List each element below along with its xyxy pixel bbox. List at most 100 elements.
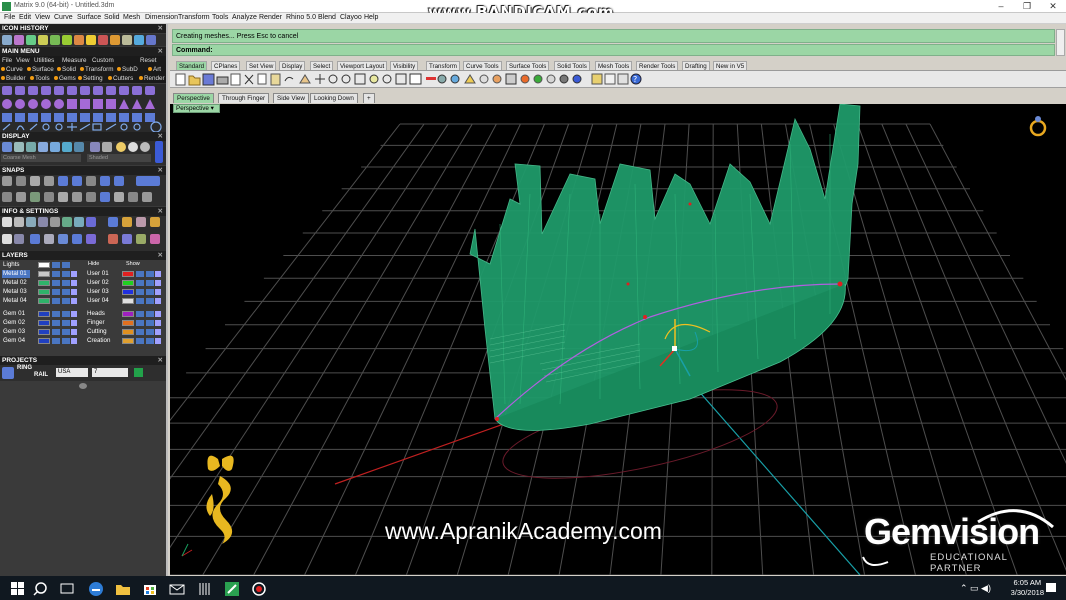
viewport-tab-side-view[interactable]: Side View bbox=[273, 93, 309, 103]
viewport-tab-add[interactable]: + bbox=[363, 93, 375, 103]
maximize-button[interactable]: ❐ bbox=[1014, 1, 1040, 12]
layer-user-03[interactable]: User 03 bbox=[84, 288, 164, 296]
mm-measure[interactable]: Measure bbox=[62, 56, 87, 65]
layer-heads[interactable]: Heads bbox=[84, 310, 164, 318]
mm-gems[interactable]: Gems bbox=[54, 74, 76, 83]
show-all-label[interactable]: Show bbox=[126, 261, 140, 267]
menu-solid[interactable]: Solid bbox=[104, 14, 120, 21]
viewport-tab-through-finger[interactable]: Through Finger bbox=[218, 93, 270, 103]
file-explorer-icon[interactable] bbox=[113, 579, 133, 599]
mm-tools[interactable]: Tools bbox=[30, 74, 50, 83]
perspective-viewport[interactable]: www.ApranikAcademy.com Gemvision EDUCATI… bbox=[170, 104, 1066, 575]
mm-render[interactable]: Render bbox=[139, 74, 165, 83]
mm-setting[interactable]: Setting bbox=[78, 74, 103, 83]
menu-view[interactable]: View bbox=[35, 14, 50, 21]
layer-metal-02[interactable]: Metal 02 bbox=[0, 279, 80, 287]
menu-curve[interactable]: Curve bbox=[54, 14, 73, 21]
bandicam-icon[interactable] bbox=[249, 579, 269, 599]
layer-user-02[interactable]: User 02 bbox=[84, 279, 164, 287]
mesh-quality-dropdown[interactable]: Coarse Mesh bbox=[1, 154, 81, 162]
matrix-app-icon[interactable] bbox=[222, 579, 242, 599]
command-scrollbar[interactable] bbox=[1056, 29, 1065, 56]
mm-cutters[interactable]: Cutters bbox=[108, 74, 133, 83]
toolbar-tab-visibility[interactable]: Visibility bbox=[390, 61, 419, 70]
menu-edit[interactable]: Edit bbox=[19, 14, 31, 21]
ring-size-standard[interactable]: USA bbox=[56, 368, 88, 377]
menu-surface[interactable]: Surface bbox=[77, 14, 101, 21]
layer-metal-01[interactable]: Metal 01 bbox=[0, 270, 80, 278]
app-barcode-icon[interactable] bbox=[195, 579, 215, 599]
menu-tools[interactable]: Tools bbox=[212, 14, 228, 21]
mm-solid[interactable]: Solid bbox=[57, 65, 76, 74]
layer-user-01[interactable]: User 01 bbox=[84, 270, 164, 278]
viewport-title-label[interactable]: Perspective ▾ bbox=[173, 104, 220, 113]
hide-all-label[interactable]: Hide bbox=[88, 261, 99, 267]
taskbar-clock[interactable]: 6:05 AM 3/30/2018 bbox=[1011, 578, 1044, 598]
toolbar-tab-standard[interactable]: Standard bbox=[176, 61, 208, 70]
display-mode-dropdown[interactable]: Shaded bbox=[87, 154, 151, 162]
mm-reset[interactable]: Reset bbox=[140, 56, 156, 65]
menu-help[interactable]: Help bbox=[364, 14, 378, 21]
mm-file[interactable]: File bbox=[2, 56, 12, 65]
task-view-icon[interactable] bbox=[58, 579, 78, 599]
layer-gem-03[interactable]: Gem 03 bbox=[0, 328, 80, 336]
minimize-button[interactable]: – bbox=[988, 1, 1014, 12]
mm-view[interactable]: View bbox=[16, 56, 30, 65]
toolbar-tab-transform[interactable]: Transform bbox=[426, 61, 460, 70]
menu-analyze[interactable]: Analyze bbox=[232, 14, 257, 21]
ring-size-value[interactable]: 7 bbox=[92, 368, 128, 377]
standard-toolbar-icons[interactable]: ? bbox=[174, 71, 694, 88]
menu-blend[interactable]: Blend bbox=[318, 14, 336, 21]
mm-subd[interactable]: SubD bbox=[117, 65, 138, 74]
edge-icon[interactable] bbox=[86, 579, 106, 599]
layer-gem-01[interactable]: Gem 01 bbox=[0, 310, 80, 318]
notification-icon[interactable] bbox=[1044, 581, 1058, 595]
toolbar-tab-render-tools[interactable]: Render Tools bbox=[636, 61, 679, 70]
layer-metal-03[interactable]: Metal 03 bbox=[0, 288, 80, 296]
menu-mesh[interactable]: Mesh bbox=[123, 14, 140, 21]
toolbar-tab-select[interactable]: Select bbox=[310, 61, 334, 70]
tool-icons[interactable] bbox=[0, 84, 166, 133]
menu-render[interactable]: Render bbox=[259, 14, 282, 21]
toolbar-tab-solid-tools[interactable]: Solid Tools bbox=[554, 61, 590, 70]
menu-clayoo[interactable]: Clayoo bbox=[340, 14, 362, 21]
toolbar-tab-curve-tools[interactable]: Curve Tools bbox=[463, 61, 502, 70]
layer-finger[interactable]: Finger bbox=[84, 319, 164, 327]
layer-cutting[interactable]: Cutting bbox=[84, 328, 164, 336]
viewport-tab-perspective[interactable]: Perspective bbox=[173, 93, 214, 103]
search-icon[interactable] bbox=[32, 579, 52, 599]
system-tray-icons[interactable]: ⌃ ▭ ◀) bbox=[960, 583, 991, 594]
layer-gem-02[interactable]: Gem 02 bbox=[0, 319, 80, 327]
menu-file[interactable]: File bbox=[4, 14, 15, 21]
toolbar-tab-display[interactable]: Display bbox=[279, 61, 306, 70]
apply-size-button[interactable] bbox=[134, 368, 143, 377]
toolbar-tab-surface-tools[interactable]: Surface Tools bbox=[506, 61, 550, 70]
menu-dimension[interactable]: Dimension bbox=[145, 14, 178, 21]
panel-resize-handle[interactable] bbox=[79, 383, 87, 389]
layer-creation[interactable]: Creation bbox=[84, 337, 164, 345]
viewport-tab-looking-down[interactable]: Looking Down bbox=[310, 93, 358, 103]
command-input[interactable]: Command: bbox=[172, 44, 1055, 56]
menu-rhino5[interactable]: Rhino 5.0 bbox=[286, 14, 316, 21]
store-icon[interactable] bbox=[140, 579, 160, 599]
mm-surface[interactable]: Surface bbox=[27, 65, 54, 74]
mm-art[interactable]: Art bbox=[148, 65, 161, 74]
layer-user-04[interactable]: User 04 bbox=[84, 297, 164, 305]
ring-icon[interactable] bbox=[2, 367, 14, 379]
toolbar-tab-viewport-layout[interactable]: Viewport Layout bbox=[337, 61, 388, 70]
mm-transform[interactable]: Transform bbox=[80, 65, 113, 74]
mm-utilities[interactable]: Utilities bbox=[34, 56, 54, 65]
menu-transform[interactable]: Transform bbox=[178, 14, 210, 21]
close-button[interactable]: ✕ bbox=[1040, 1, 1066, 12]
mm-custom[interactable]: Custom bbox=[92, 56, 114, 65]
layer-metal-04[interactable]: Metal 04 bbox=[0, 297, 80, 305]
toolbar-tab-cplanes[interactable]: CPlanes bbox=[211, 61, 241, 70]
toolbar-tab-new-in-v5[interactable]: New in V5 bbox=[713, 61, 748, 70]
mm-builder[interactable]: Builder bbox=[1, 74, 26, 83]
toolbar-tab-drafting[interactable]: Drafting bbox=[682, 61, 710, 70]
layer-lights[interactable]: Lights bbox=[0, 261, 80, 269]
mail-icon[interactable] bbox=[167, 579, 187, 599]
windows-start-icon[interactable] bbox=[8, 579, 28, 599]
mm-curve[interactable]: Curve bbox=[1, 65, 23, 74]
layer-gem-04[interactable]: Gem 04 bbox=[0, 337, 80, 345]
